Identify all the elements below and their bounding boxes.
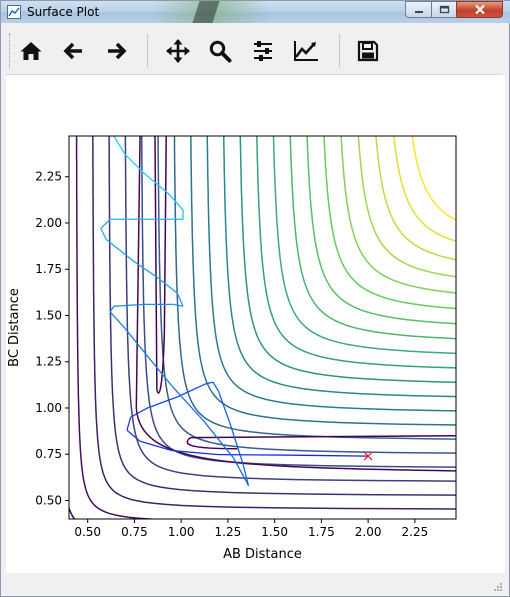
contour-line — [306, 136, 456, 325]
x-tick-label: 1.25 — [215, 525, 242, 539]
trajectory-segment — [177, 383, 206, 398]
x-tick-label: 0.50 — [74, 525, 101, 539]
contour-line — [190, 136, 456, 426]
x-tick-label: 0.75 — [121, 525, 148, 539]
resize-grip-icon[interactable] — [493, 582, 503, 592]
contour-line — [323, 136, 456, 310]
trajectory-segment — [109, 311, 126, 329]
back-button[interactable] — [57, 35, 91, 67]
contour-line — [393, 136, 456, 242]
x-tick-label: 1.50 — [261, 525, 288, 539]
contour-line — [92, 136, 456, 510]
home-icon — [20, 42, 42, 60]
close-button[interactable] — [456, 1, 503, 18]
trajectory-segment — [105, 239, 135, 263]
maximize-icon — [439, 5, 449, 14]
arrow-right-icon — [108, 42, 127, 60]
contour-line — [289, 136, 456, 340]
trajectory-segment — [147, 396, 178, 409]
close-icon — [474, 4, 485, 15]
y-tick-label: 1.75 — [35, 262, 62, 276]
contour-line — [375, 136, 456, 261]
x-tick-label: 1.00 — [168, 525, 195, 539]
trajectory-segment — [113, 303, 144, 307]
app-icon — [7, 5, 21, 19]
contour-line — [154, 136, 167, 394]
toolbar-separator — [147, 34, 148, 68]
forward-button[interactable] — [99, 35, 133, 67]
trajectory-segment — [158, 277, 178, 294]
minimize-icon — [414, 10, 423, 13]
x-axis-label: AB Distance — [223, 547, 302, 562]
trajectory-segment — [124, 154, 145, 174]
contour-chart[interactable]: 0.50 0.75 1.00 1.25 1.50 1.75 2.00 2.25 0.50 0.7… — [6, 75, 505, 573]
trajectory-segment — [147, 355, 173, 387]
trajectory-segment — [130, 407, 148, 418]
trajectory-segment — [242, 463, 250, 486]
trajectory-segment — [203, 420, 235, 459]
contour-line — [272, 136, 456, 355]
x-tick-label: 2.25 — [402, 525, 429, 539]
y-tick-label: 0.75 — [35, 447, 62, 461]
y-tick-label: 2.25 — [35, 170, 62, 184]
contour-line — [340, 136, 456, 294]
minimize-button[interactable] — [405, 1, 432, 18]
title-bar[interactable]: Surface Plot — [1, 1, 510, 23]
contour-line — [411, 136, 456, 221]
home-button[interactable] — [14, 35, 48, 67]
y-tick-label: 1.25 — [35, 355, 62, 369]
navigation-toolbar — [6, 28, 502, 75]
arrow-left-icon — [63, 42, 82, 60]
trajectory-segment — [126, 417, 132, 431]
y-tick-label: 0.50 — [35, 493, 62, 507]
magnifier-icon — [209, 40, 232, 63]
toolbar-grip[interactable] — [9, 33, 13, 69]
trajectory-segment — [100, 228, 107, 240]
status-bar — [6, 574, 505, 594]
pan-button[interactable] — [161, 35, 195, 67]
trajectory-segment — [126, 429, 141, 442]
y-tick-label: 1.50 — [35, 308, 62, 322]
toolbar-separator — [339, 34, 340, 68]
window-title: Surface Plot — [27, 5, 100, 19]
contour-line — [256, 136, 456, 369]
edit-axes-button[interactable] — [289, 35, 323, 67]
x-axis-ticks: 0.50 0.75 1.00 1.25 1.50 1.75 2.00 2.25 — [74, 519, 428, 539]
sliders-icon — [254, 41, 272, 61]
floppy-disk-icon — [357, 40, 379, 62]
trajectory-segment — [113, 136, 126, 155]
trajectory-segment — [293, 454, 369, 457]
plot-window: Surface Plot 0.50 0.75 1.00 1.25 1.50 1.… — [0, 0, 510, 597]
line-chart-icon — [294, 41, 318, 61]
trajectory-segment — [212, 381, 220, 392]
maximize-button[interactable] — [431, 1, 457, 18]
move-icon — [166, 39, 190, 63]
y-axis-ticks: 0.50 0.75 1.00 1.25 1.50 1.75 2.00 2.25 — [35, 170, 69, 507]
trajectory-segment — [173, 303, 184, 307]
zoom-button[interactable] — [203, 35, 237, 67]
figure-canvas[interactable]: 0.50 0.75 1.00 1.25 1.50 1.75 2.00 2.25 0.50 0.7… — [6, 75, 505, 573]
y-tick-label: 1.00 — [35, 401, 62, 415]
y-axis-label: BC Distance — [7, 288, 22, 367]
configure-subplots-button[interactable] — [246, 35, 280, 67]
contour-line — [186, 434, 456, 450]
contour-line — [239, 136, 456, 384]
save-button[interactable] — [351, 35, 385, 67]
contour-line — [357, 136, 456, 278]
trajectory-layer — [100, 136, 369, 486]
x-tick-label: 2.00 — [355, 525, 382, 539]
trajectory-segment — [100, 218, 111, 229]
trajectory-segment — [218, 453, 294, 456]
y-tick-label: 2.00 — [35, 216, 62, 230]
x-tick-label: 1.75 — [308, 525, 335, 539]
